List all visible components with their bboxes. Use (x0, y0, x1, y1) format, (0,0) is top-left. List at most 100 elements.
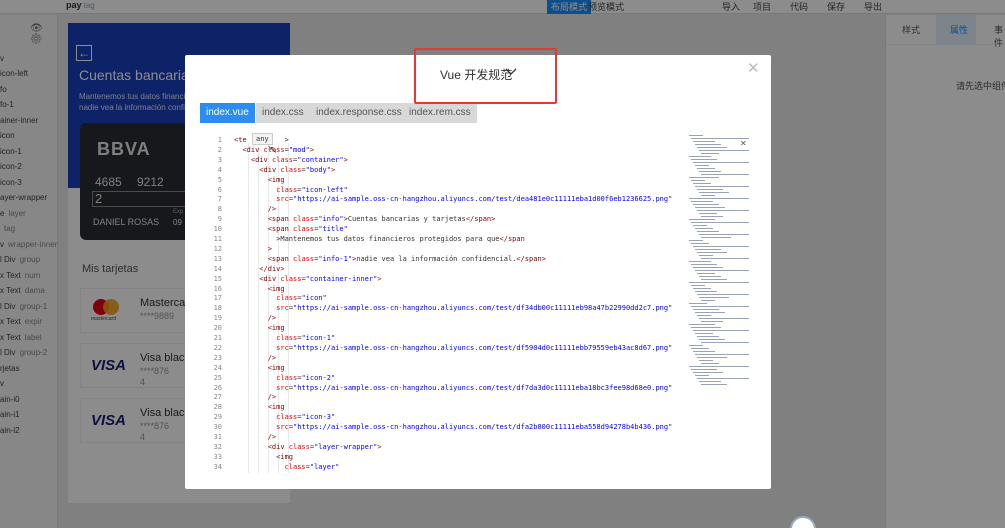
minimap-line (689, 198, 749, 199)
code-line: 26 src="https://ai-sample.oss-cn-hangzho… (200, 383, 672, 393)
code-line: 19 /> (200, 313, 277, 323)
minimap-line (701, 384, 727, 385)
minimap-line (689, 345, 703, 346)
close-icon[interactable]: ✕ (747, 61, 760, 76)
minimap-line (699, 297, 729, 298)
code-line: 14 </div> (200, 264, 285, 274)
code-minimap[interactable] (687, 135, 759, 387)
line-number: 15 (213, 274, 222, 283)
minimap-line (701, 153, 719, 154)
minimap-line (699, 381, 721, 382)
minimap-line (693, 267, 723, 268)
minimap-line (699, 192, 729, 193)
minimap-line (697, 378, 749, 379)
minimap-line (697, 315, 711, 316)
minimap-line (697, 189, 723, 190)
minimap-line (699, 150, 749, 151)
minimap-line (689, 177, 719, 178)
minimap-line (701, 342, 749, 343)
code-line: 33 <img (200, 452, 293, 462)
code-editor[interactable]: 1 <te >2 <div class="mod"> 3 <div class="c… (200, 133, 672, 473)
minimap-line (697, 147, 727, 148)
line-number: 32 (213, 442, 222, 451)
code-line: 24 <img (200, 363, 285, 373)
minimap-line (689, 366, 749, 367)
minimap-line (695, 354, 749, 355)
code-line: 18 src="https://ai-sample.oss-cn-hangzho… (200, 303, 672, 313)
minimap-line (695, 375, 709, 376)
code-line: 30 src="https://ai-sample.oss-cn-hangzho… (200, 422, 672, 432)
code-line: 8 /> (200, 204, 276, 214)
code-line: 25 class="icon-2" (200, 373, 336, 383)
code-line: 28 <img (200, 402, 285, 412)
code-line: 12 > (200, 244, 272, 254)
minimap-line (701, 363, 719, 364)
line-number: 16 (213, 284, 222, 293)
line-number: 12 (213, 244, 222, 253)
minimap-line (701, 321, 723, 322)
minimap-line (693, 246, 749, 247)
code-line: 9 <span class="info">Cuentas bancarias y… (200, 214, 496, 224)
minimap-line (693, 183, 711, 184)
minimap-line (691, 201, 713, 202)
line-number: 31 (213, 433, 222, 441)
code-line: 22 src="https://ai-sample.oss-cn-hangzho… (200, 343, 672, 353)
minimap-line (695, 186, 749, 187)
minimap-line (695, 228, 713, 229)
minimap-line (689, 282, 749, 283)
tab-index-response-css[interactable]: index.response.css (310, 103, 408, 123)
minimap-line (697, 273, 715, 274)
minimap-line (689, 261, 711, 262)
code-line: 6 class="icon-left" (200, 185, 348, 195)
code-line: 32 <div class="layer-wrapper"> (200, 442, 382, 452)
line-number: 14 (213, 264, 222, 273)
line-number: 5 (217, 175, 222, 184)
minimap-line (701, 174, 749, 175)
code-line: 17 class="icon" (200, 293, 327, 303)
line-number: 23 (213, 353, 222, 362)
minimap-line (689, 156, 711, 157)
minimap-line (693, 225, 707, 226)
line-number: 30 (213, 423, 222, 432)
minimap-line (691, 306, 749, 307)
code-line: 27 /> (200, 392, 277, 402)
minimap-line (699, 213, 717, 214)
code-line: 1 <te > (200, 135, 289, 145)
code-line: 3 <div class="container"> (200, 155, 348, 165)
minimap-line (689, 135, 703, 136)
code-line: 23 /> (200, 353, 277, 363)
line-number: 2 (217, 145, 222, 154)
minimap-line (689, 303, 707, 304)
line-number: 33 (213, 452, 222, 461)
tab-index-css[interactable]: index.css (256, 103, 310, 123)
minimap-line (695, 207, 725, 208)
minimap-line (691, 180, 705, 181)
code-line: 2 <div class="mod"> (200, 145, 314, 155)
line-number: 28 (213, 403, 222, 412)
minimap-line (701, 300, 715, 301)
tab-index-rem-css[interactable]: index.rem.css (403, 103, 477, 123)
minimap-line (701, 279, 727, 280)
minimap-line (699, 234, 749, 235)
minimap-line (691, 222, 749, 223)
minimap-line (699, 171, 721, 172)
minimap-line (691, 243, 709, 244)
minimap-line (699, 339, 725, 340)
minimap-line (701, 216, 723, 217)
code-line: 13 <span class="info-1">nadie vea la inf… (200, 254, 546, 264)
highlight-annotation-box (414, 48, 557, 104)
minimap-line (699, 255, 713, 256)
line-number: 29 (213, 413, 222, 422)
line-number: 21 (213, 334, 222, 342)
minimap-line (693, 204, 719, 205)
minimap-line (697, 210, 749, 211)
line-number: 3 (217, 155, 222, 164)
minimap-line (701, 195, 715, 196)
tab-index-vue[interactable]: index.vue (200, 103, 255, 123)
mouse-cursor-icon: ↖ (269, 145, 278, 156)
minimap-line (695, 333, 713, 334)
line-number: 1 (217, 136, 222, 144)
code-line: 10 <span class="title" (200, 224, 348, 234)
minimap-line (695, 249, 721, 250)
line-number: 25 (213, 373, 222, 382)
